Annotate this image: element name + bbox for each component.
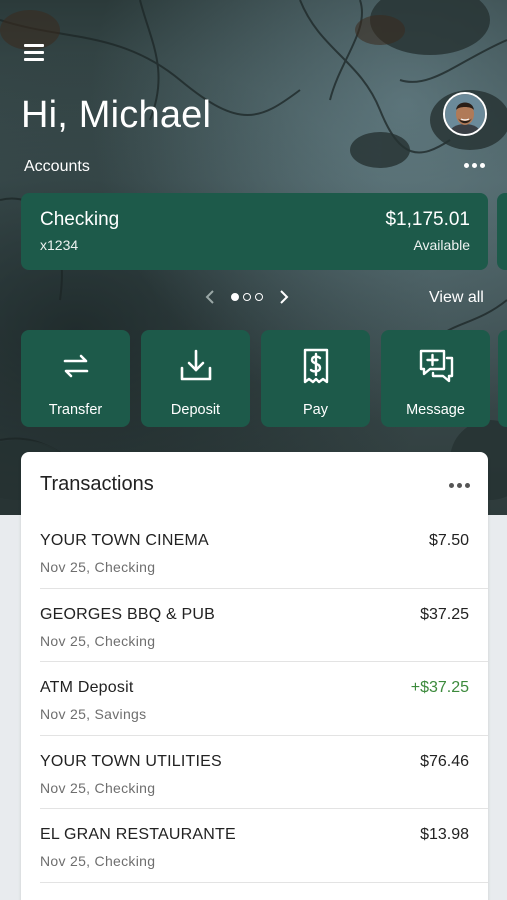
transfer-label: Transfer (48, 402, 103, 418)
transfer-button[interactable]: Transfer (21, 330, 130, 427)
transaction-row[interactable]: ATM Deposit Nov 25, Savings +$37.25 (40, 662, 488, 736)
message-button[interactable]: Message (381, 330, 490, 427)
page-indicator (231, 293, 263, 301)
transaction-name: EL GRAN RESTAURANTE (40, 826, 236, 843)
transaction-meta: Nov 25, Checking (40, 559, 156, 575)
page-dot (231, 293, 239, 301)
chevron-right-icon[interactable] (277, 288, 291, 306)
transaction-meta: Nov 25, Checking (40, 632, 156, 649)
quick-actions: Transfer Deposit Pay Message (21, 330, 490, 427)
accounts-more-icon[interactable] (464, 156, 488, 174)
pay-button[interactable]: Pay (261, 330, 370, 427)
transaction-amount: $13.98 (420, 826, 469, 843)
transaction-amount: $76.46 (420, 752, 469, 770)
transaction-row[interactable]: EL GRAN RESTAURANTE Nov 25, Checking $13… (40, 809, 488, 883)
deposit-label: Deposit (170, 402, 221, 418)
deposit-icon (180, 349, 211, 381)
pay-icon (303, 348, 328, 384)
transaction-name: YOUR TOWN UTILITIES (40, 752, 222, 770)
transaction-name: ATM Deposit (40, 679, 134, 696)
account-pager (203, 288, 291, 306)
next-action-peek[interactable] (498, 330, 507, 427)
profile-avatar[interactable] (443, 92, 487, 136)
transaction-name: GEORGES BBQ & PUB (40, 605, 216, 623)
account-balance: $1,175.01 (385, 209, 470, 230)
transaction-amount: $37.25 (420, 605, 469, 623)
chevron-left-icon[interactable] (203, 288, 217, 306)
transaction-name: YOUR TOWN CINEMA (40, 532, 209, 549)
view-all-link[interactable]: View all (429, 289, 484, 307)
transactions-more-icon[interactable] (449, 476, 471, 494)
account-number: x1234 (40, 237, 79, 253)
deposit-button[interactable]: Deposit (141, 330, 250, 427)
accounts-section-label: Accounts (24, 158, 90, 175)
account-balance-label: Available (413, 237, 470, 253)
transaction-row[interactable]: YOUR TOWN CINEMA Nov 25, Checking $7.50 (40, 515, 488, 589)
transaction-row[interactable]: GEORGES BBQ & PUB Nov 25, Checking $37.2… (40, 589, 488, 662)
message-icon (419, 349, 453, 383)
transactions-title: Transactions (40, 473, 154, 495)
transaction-meta: Nov 25, Checking (40, 779, 156, 796)
transaction-row[interactable]: YOUR TOWN UTILITIES Nov 25, Checking $76… (40, 736, 488, 809)
account-card-checking[interactable]: Checking x1234 $1,175.01 Available (21, 193, 488, 270)
transactions-list: YOUR TOWN CINEMA Nov 25, Checking $7.50 … (21, 515, 488, 883)
account-name: Checking (40, 209, 120, 230)
pay-label: Pay (303, 402, 328, 418)
transaction-meta: Nov 25, Checking (40, 853, 156, 869)
next-account-card-peek[interactable] (497, 193, 507, 270)
page-dot (243, 293, 251, 301)
avatar-icon (445, 94, 485, 134)
transaction-meta: Nov 25, Savings (40, 706, 147, 722)
transaction-amount: +$37.25 (410, 679, 469, 696)
message-label: Message (406, 402, 465, 418)
hamburger-menu-icon[interactable] (24, 44, 46, 62)
transaction-amount: $7.50 (428, 532, 469, 549)
transactions-card: Transactions YOUR TOWN CINEMA Nov 25, Ch… (21, 452, 488, 900)
page-dot (255, 293, 263, 301)
greeting-title: Hi, Michael (21, 94, 212, 136)
transfer-icon (63, 354, 88, 378)
